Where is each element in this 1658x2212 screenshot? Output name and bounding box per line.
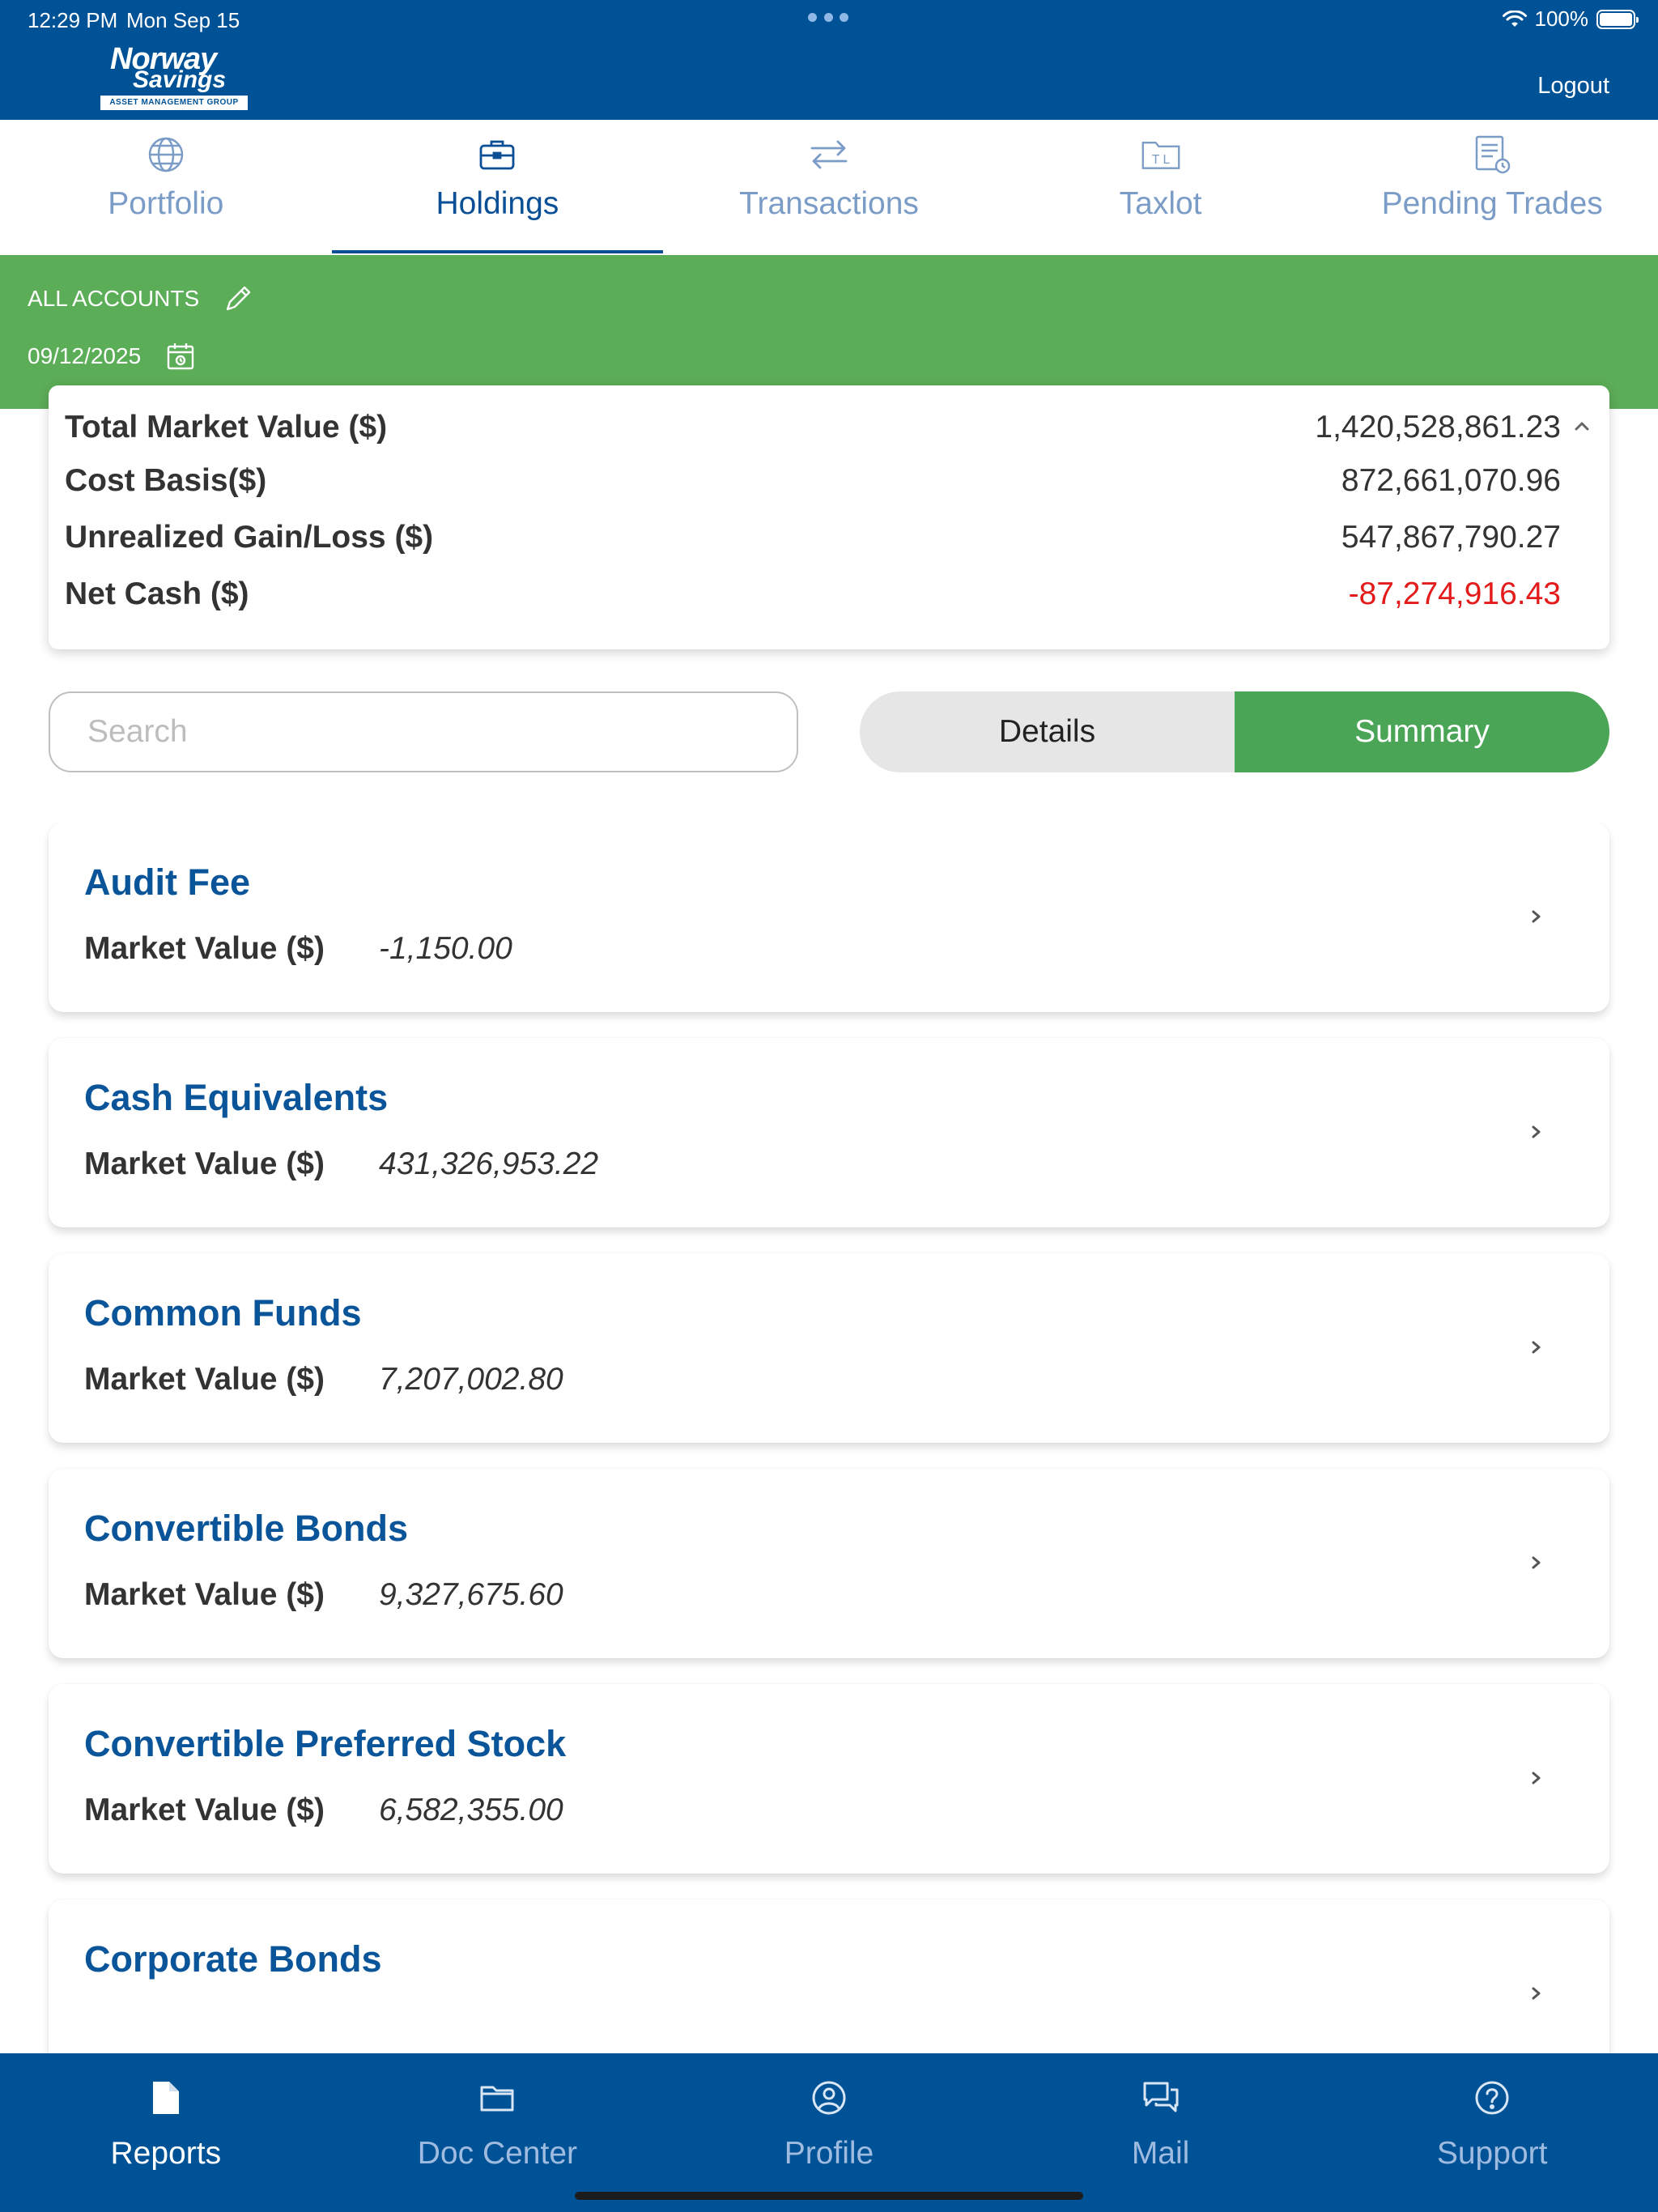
- search-input[interactable]: [49, 691, 798, 772]
- taxlot-folder-icon: T L: [1141, 134, 1181, 175]
- holding-card-common-funds[interactable]: Common Funds Market Value ($) 7,207,002.…: [49, 1253, 1609, 1443]
- account-name: ALL ACCOUNTS: [28, 286, 200, 311]
- summary-row-cost-basis: Cost Basis($) 872,661,070.96: [65, 463, 1561, 498]
- holding-card-convertible-preferred-stock[interactable]: Convertible Preferred Stock Market Value…: [49, 1684, 1609, 1874]
- report-doc-icon: [146, 2078, 186, 2118]
- status-time: 12:29 PM: [28, 8, 118, 32]
- chat-icon: [1141, 2078, 1181, 2118]
- chevron-right-icon: [1532, 1987, 1541, 2000]
- chevron-up-icon[interactable]: [1572, 419, 1592, 432]
- briefcase-icon: [477, 134, 517, 175]
- calendar-icon[interactable]: [165, 341, 196, 372]
- summary-row-unrealized: Unrealized Gain/Loss ($) 547,867,790.27: [65, 520, 1561, 555]
- logout-button[interactable]: Logout: [1537, 73, 1609, 100]
- holding-card-audit-fee[interactable]: Audit Fee Market Value ($) -1,150.00: [49, 823, 1609, 1012]
- holding-card-cash-equivalents[interactable]: Cash Equivalents Market Value ($) 431,32…: [49, 1038, 1609, 1227]
- chevron-right-icon: [1532, 1772, 1541, 1784]
- tab-holdings[interactable]: Holdings: [331, 120, 664, 255]
- nav-support[interactable]: Support: [1326, 2053, 1658, 2212]
- nav-label: Reports: [110, 2136, 222, 2171]
- tab-transactions[interactable]: Transactions: [663, 120, 995, 255]
- market-value-label: Market Value ($): [84, 931, 325, 966]
- nav-mail[interactable]: Mail: [995, 2053, 1327, 2212]
- norway-savings-logo: Norway Savings ASSET MANAGEMENT GROUP: [100, 44, 248, 112]
- top-header: 12:29 PM Mon Sep 15 100% Norway Savings …: [0, 0, 1658, 120]
- battery-percent: 100%: [1534, 6, 1589, 31]
- holding-card-corporate-bonds[interactable]: Corporate Bonds: [49, 1899, 1609, 2053]
- chevron-right-icon: [1532, 1556, 1541, 1569]
- holding-name: Corporate Bonds: [84, 1938, 382, 1980]
- globe-icon: [146, 134, 186, 175]
- multitasking-dots-icon[interactable]: [808, 13, 848, 23]
- holding-name: Convertible Preferred Stock: [84, 1723, 567, 1764]
- as-of-date: 09/12/2025: [28, 343, 142, 368]
- nav-label: Profile: [784, 2136, 874, 2171]
- market-value-label: Market Value ($): [84, 1146, 325, 1181]
- tab-portfolio[interactable]: Portfolio: [0, 120, 332, 255]
- summary-toggle-option[interactable]: Summary: [1235, 691, 1609, 772]
- market-value: 9,327,675.60: [379, 1577, 563, 1612]
- tab-pending-trades[interactable]: Pending Trades: [1326, 120, 1658, 255]
- summary-row-net-cash: Net Cash ($) -87,274,916.43: [65, 576, 1561, 611]
- nav-label: Mail: [1131, 2136, 1190, 2171]
- portfolio-summary-card: Total Market Value ($) 1,420,528,861.23 …: [49, 385, 1609, 649]
- status-indicators: 100%: [1502, 6, 1639, 32]
- status-date: Mon Sep 15: [126, 8, 240, 32]
- holding-name: Common Funds: [84, 1292, 362, 1334]
- market-value: 6,582,355.00: [379, 1793, 563, 1827]
- battery-icon: [1596, 9, 1639, 29]
- wifi-icon: [1502, 10, 1527, 27]
- holding-name: Convertible Bonds: [84, 1508, 409, 1549]
- transfer-arrows-icon: [809, 134, 849, 175]
- tab-label: Pending Trades: [1381, 186, 1603, 221]
- account-selector[interactable]: ALL ACCOUNTS: [28, 284, 253, 313]
- nav-label: Support: [1436, 2136, 1548, 2171]
- chevron-right-icon: [1532, 1341, 1541, 1354]
- total-market-value: 1,420,528,861.23: [1315, 410, 1561, 445]
- pending-doc-icon: [1472, 134, 1512, 175]
- tab-label: Taxlot: [1119, 186, 1202, 221]
- view-toggle: Details Summary: [860, 691, 1609, 772]
- svg-text:T L: T L: [1151, 153, 1170, 167]
- market-value: 7,207,002.80: [379, 1362, 563, 1397]
- nav-doc-center[interactable]: Doc Center: [332, 2053, 664, 2212]
- as-of-date-selector[interactable]: 09/12/2025: [28, 341, 196, 372]
- section-tabs: Portfolio Holdings Transactions T L Taxl…: [0, 120, 1658, 255]
- profile-icon: [809, 2078, 849, 2118]
- market-value-label: Market Value ($): [84, 1793, 325, 1827]
- holdings-list: Audit Fee Market Value ($) -1,150.00 Cas…: [0, 823, 1658, 2053]
- market-value-label: Market Value ($): [84, 1362, 325, 1397]
- cost-basis-value: 872,661,070.96: [1341, 463, 1561, 498]
- nav-reports[interactable]: Reports: [0, 2053, 332, 2212]
- tab-label: Transactions: [739, 186, 919, 221]
- tab-label: Portfolio: [108, 186, 224, 221]
- holding-card-convertible-bonds[interactable]: Convertible Bonds Market Value ($) 9,327…: [49, 1469, 1609, 1658]
- net-cash-value: -87,274,916.43: [1348, 576, 1561, 611]
- chevron-right-icon: [1532, 1125, 1541, 1138]
- tab-label: Holdings: [436, 186, 559, 221]
- tab-taxlot[interactable]: T L Taxlot: [995, 120, 1327, 255]
- holding-name: Audit Fee: [84, 861, 251, 903]
- market-value: 431,326,953.22: [379, 1146, 599, 1181]
- help-circle-icon: [1472, 2078, 1512, 2118]
- chevron-right-icon: [1532, 910, 1541, 923]
- unrealized-value: 547,867,790.27: [1341, 520, 1561, 555]
- market-value-label: Market Value ($): [84, 1577, 325, 1612]
- pencil-icon[interactable]: [223, 284, 253, 313]
- holding-name: Cash Equivalents: [84, 1077, 389, 1118]
- folder-icon: [477, 2078, 517, 2118]
- nav-profile[interactable]: Profile: [663, 2053, 995, 2212]
- details-toggle-option[interactable]: Details: [860, 691, 1235, 772]
- home-indicator[interactable]: [575, 2192, 1083, 2200]
- market-value: -1,150.00: [379, 931, 512, 966]
- nav-label: Doc Center: [417, 2136, 578, 2171]
- summary-row-total-market-value: Total Market Value ($) 1,420,528,861.23: [65, 410, 1561, 445]
- bottom-navigation: Reports Doc Center Profile Mail Support: [0, 2053, 1658, 2212]
